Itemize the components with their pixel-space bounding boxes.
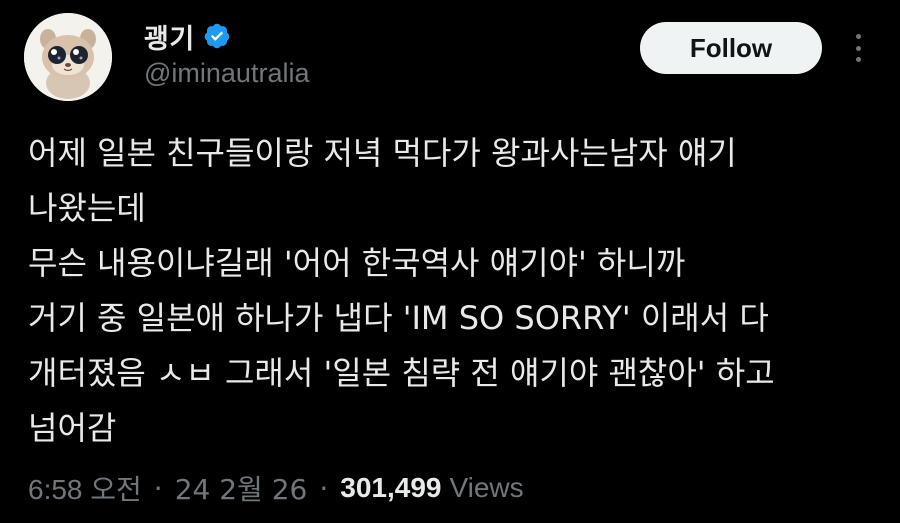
display-name[interactable]: 괭기 [144,17,195,56]
avatar[interactable] [24,13,112,101]
more-vertical-icon[interactable] [846,30,870,66]
follow-button[interactable]: Follow [640,22,822,74]
tweet-line: 나왔는데 [28,189,146,227]
tweet-text: 어제 일본 친구들이랑 저녁 먹다가 왕과사는남자 얘기 나왔는데 무슨 내용이… [28,126,888,456]
meta-separator: · [319,471,329,505]
plush-toy-avatar-icon [24,13,112,101]
tweet-line: 어제 일본 친구들이랑 저녁 먹다가 왕과사는남자 얘기 [28,134,737,172]
tweet-meta: 6:58 오전 · 24 2월 26 · 301,499 Views [28,468,524,508]
more-dot [855,45,861,51]
tweet-line: 넘어감 [28,409,117,447]
tweet-line: 거기 중 일본애 하나가 냅다 'IM SO SORRY' 이래서 다 [28,299,769,337]
tweet-line: 개터졌음 ㅅㅂ 그래서 '일본 침략 전 얘기야 괜찮아' 하고 [28,354,775,392]
views-count[interactable]: 301,499 [340,472,441,504]
tweet-time[interactable]: 6:58 오전 [28,468,142,508]
user-name-row: 괭기 [144,17,231,56]
more-dot [855,34,861,39]
meta-separator: · [153,471,163,505]
user-handle[interactable]: @iminautralia [144,58,309,89]
tweet-line: 무슨 내용이냐길래 '어어 한국역사 얘기야' 하니까 [28,244,686,282]
tweet-date[interactable]: 24 2월 26 [175,468,308,508]
verified-badge-icon [203,22,231,50]
more-dot [855,57,861,62]
views-label: Views [449,472,524,503]
